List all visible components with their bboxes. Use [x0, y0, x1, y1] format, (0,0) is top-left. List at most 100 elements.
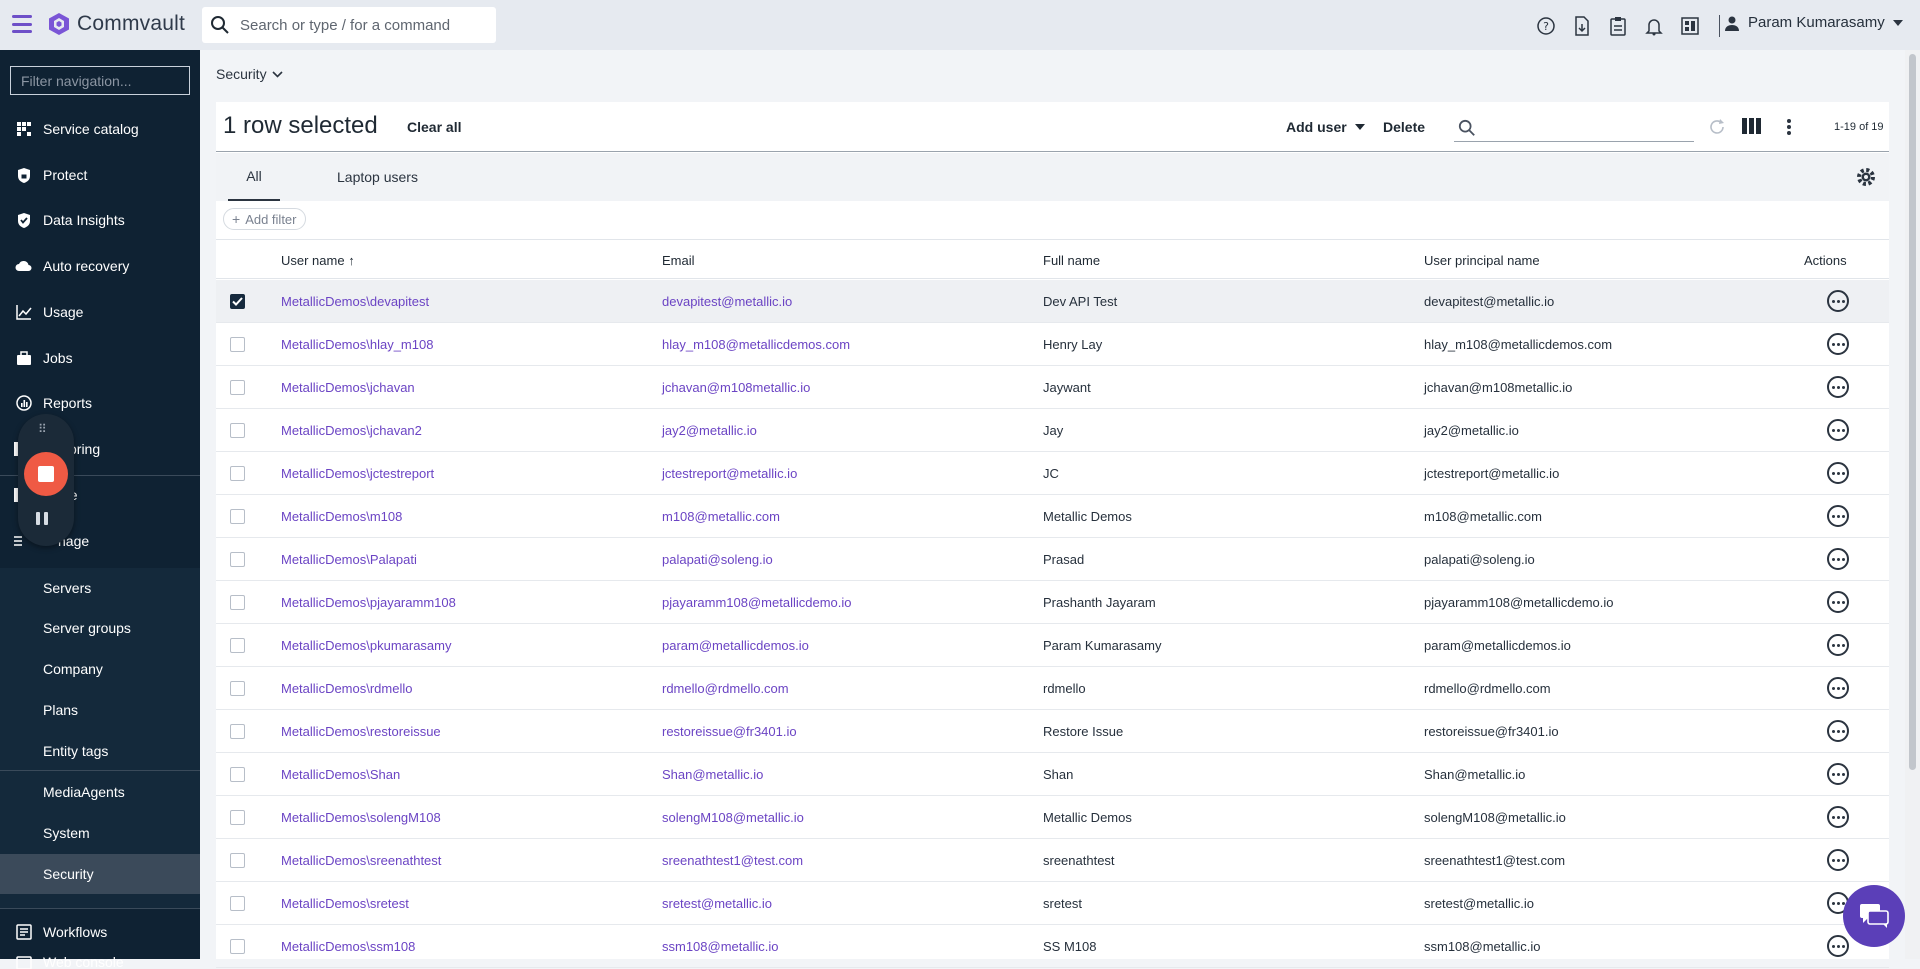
- page-scrollbar[interactable]: [1905, 50, 1920, 959]
- user-menu[interactable]: Param Kumarasamy: [1724, 14, 1903, 31]
- table-row[interactable]: MetallicDemos\jchavan jchavan@m108metalli…: [216, 366, 1889, 409]
- user-name-link[interactable]: MetallicDemos\Palapati: [281, 552, 417, 567]
- user-name-link[interactable]: MetallicDemos\devapitest: [281, 294, 429, 309]
- nav-service-catalog[interactable]: Service catalog: [0, 109, 200, 149]
- table-row[interactable]: MetallicDemos\Shan Shan@metallic.io Shan Sh…: [216, 753, 1889, 796]
- row-actions-icon[interactable]: [1827, 591, 1849, 613]
- row-actions-icon[interactable]: [1827, 763, 1849, 785]
- nav-auto-recovery[interactable]: Auto recovery: [0, 246, 200, 286]
- row-actions-icon[interactable]: [1827, 935, 1849, 957]
- nav-web-console[interactable]: Web console: [0, 949, 200, 969]
- row-actions-icon[interactable]: [1827, 548, 1849, 570]
- nav-usage[interactable]: Usage: [0, 292, 200, 332]
- hamburger-menu-icon[interactable]: [12, 15, 32, 33]
- navigation-filter-input[interactable]: [10, 66, 190, 95]
- user-name-link[interactable]: MetallicDemos\sreenathtest: [281, 853, 441, 868]
- user-name-link[interactable]: MetallicDemos\pkumarasamy: [281, 638, 452, 653]
- global-search-input[interactable]: [240, 16, 480, 34]
- dashboard-icon[interactable]: [1679, 15, 1701, 37]
- email-link[interactable]: rdmello@rdmello.com: [662, 681, 789, 696]
- email-link[interactable]: devapitest@metallic.io: [662, 294, 792, 309]
- email-link[interactable]: palapati@soleng.io: [662, 552, 773, 567]
- row-checkbox[interactable]: [230, 853, 245, 868]
- sub-item-server-groups[interactable]: Server groups: [0, 608, 200, 648]
- row-checkbox[interactable]: [230, 767, 245, 782]
- add-filter-button[interactable]: + Add filter: [223, 208, 306, 230]
- email-link[interactable]: m108@metallic.com: [662, 509, 780, 524]
- email-link[interactable]: restoreissue@fr3401.io: [662, 724, 797, 739]
- tab-all[interactable]: All: [228, 153, 280, 201]
- row-actions-icon[interactable]: [1827, 720, 1849, 742]
- clear-all-button[interactable]: Clear all: [407, 119, 461, 135]
- email-link[interactable]: jchavan@m108metallic.io: [662, 380, 810, 395]
- email-link[interactable]: sreenathtest1@test.com: [662, 853, 803, 868]
- clipboard-icon[interactable]: [1607, 15, 1629, 37]
- nav-data-insights[interactable]: Data Insights: [0, 200, 200, 240]
- user-name-link[interactable]: MetallicDemos\solengM108: [281, 810, 441, 825]
- sub-item-servers[interactable]: Servers: [0, 568, 200, 608]
- email-link[interactable]: sretest@metallic.io: [662, 896, 772, 911]
- column-header-full-name[interactable]: Full name: [1043, 253, 1100, 268]
- more-options-icon[interactable]: [1786, 117, 1792, 137]
- row-checkbox[interactable]: [230, 939, 245, 954]
- row-checkbox[interactable]: [230, 423, 245, 438]
- email-link[interactable]: hlay_m108@metallicdemos.com: [662, 337, 850, 352]
- table-row[interactable]: MetallicDemos\Palapati palapati@soleng.io…: [216, 538, 1889, 581]
- nav-protect[interactable]: Protect: [0, 155, 200, 195]
- table-row[interactable]: MetallicDemos\ssm108 ssm108@metallic.io SS…: [216, 925, 1889, 968]
- row-actions-icon[interactable]: [1827, 634, 1849, 656]
- row-checkbox[interactable]: [230, 681, 245, 696]
- user-name-link[interactable]: MetallicDemos\jchavan2: [281, 423, 422, 438]
- sub-item-entity-tags[interactable]: Entity tags: [0, 731, 200, 771]
- row-actions-icon[interactable]: [1827, 806, 1849, 828]
- row-checkbox[interactable]: [230, 552, 245, 567]
- nav-workflows[interactable]: Workflows: [0, 912, 200, 952]
- row-actions-icon[interactable]: [1827, 333, 1849, 355]
- refresh-icon[interactable]: [1708, 118, 1726, 136]
- row-checkbox[interactable]: [230, 509, 245, 524]
- row-checkbox[interactable]: [230, 724, 245, 739]
- column-header-email[interactable]: Email: [662, 253, 695, 268]
- user-name-link[interactable]: MetallicDemos\m108: [281, 509, 402, 524]
- sub-item-plans[interactable]: Plans: [0, 690, 200, 730]
- table-row[interactable]: MetallicDemos\solengM108 solengM108@metal…: [216, 796, 1889, 839]
- table-row[interactable]: MetallicDemos\devapitest devapitest@metal…: [216, 280, 1889, 323]
- row-checkbox[interactable]: [230, 466, 245, 481]
- row-actions-icon[interactable]: [1827, 376, 1849, 398]
- user-name-link[interactable]: MetallicDemos\hlay_m108: [281, 337, 433, 352]
- email-link[interactable]: solengM108@metallic.io: [662, 810, 804, 825]
- sub-item-company[interactable]: Company: [0, 649, 200, 689]
- table-row[interactable]: MetallicDemos\pkumarasamy param@metallicd…: [216, 624, 1889, 667]
- table-search[interactable]: [1454, 114, 1694, 142]
- email-link[interactable]: ssm108@metallic.io: [662, 939, 779, 954]
- global-search[interactable]: [202, 7, 496, 43]
- email-link[interactable]: pjayaramm108@metallicdemo.io: [662, 595, 852, 610]
- row-checkbox[interactable]: [230, 638, 245, 653]
- sub-item-system[interactable]: System: [0, 813, 200, 853]
- breadcrumb[interactable]: Security: [216, 66, 283, 82]
- row-checkbox[interactable]: [230, 294, 245, 309]
- pause-button[interactable]: [36, 512, 48, 525]
- commvault-logo[interactable]: Commvault: [47, 12, 185, 36]
- table-row[interactable]: MetallicDemos\sretest sretest@metallic.io…: [216, 882, 1889, 925]
- row-checkbox[interactable]: [230, 380, 245, 395]
- table-row[interactable]: MetallicDemos\sreenathtest sreenathtest1@…: [216, 839, 1889, 882]
- row-actions-icon[interactable]: [1827, 505, 1849, 527]
- tab-laptop-users[interactable]: Laptop users: [337, 153, 418, 201]
- table-row[interactable]: MetallicDemos\jchavan2 jay2@metallic.io Ja…: [216, 409, 1889, 452]
- row-checkbox[interactable]: [230, 337, 245, 352]
- sub-item-security[interactable]: Security: [0, 854, 200, 894]
- delete-button[interactable]: Delete: [1383, 119, 1425, 135]
- row-actions-icon[interactable]: [1827, 290, 1849, 312]
- user-name-link[interactable]: MetallicDemos\rdmello: [281, 681, 412, 696]
- user-name-link[interactable]: MetallicDemos\ssm108: [281, 939, 415, 954]
- bell-icon[interactable]: [1643, 15, 1665, 37]
- nav-jobs[interactable]: Jobs: [0, 338, 200, 378]
- user-name-link[interactable]: MetallicDemos\jctestreport: [281, 466, 434, 481]
- recording-control[interactable]: ⠿: [18, 414, 74, 546]
- user-name-link[interactable]: MetallicDemos\restoreissue: [281, 724, 441, 739]
- row-actions-icon[interactable]: [1827, 462, 1849, 484]
- sub-item-mediaagents[interactable]: MediaAgents: [0, 772, 200, 812]
- table-row[interactable]: MetallicDemos\hlay_m108 hlay_m108@metalli…: [216, 323, 1889, 366]
- email-link[interactable]: jctestreport@metallic.io: [662, 466, 797, 481]
